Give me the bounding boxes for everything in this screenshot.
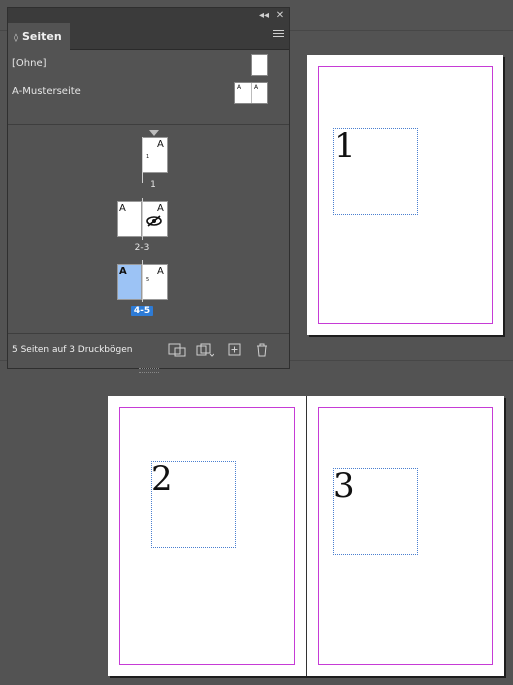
pages-panel: ◂◂ ✕ ◊ Seiten [Ohne] A-Musterseite A A A … (7, 7, 290, 373)
hidden-eye-icon (146, 215, 162, 227)
page-number: 3 (333, 466, 355, 506)
panel-title-bar[interactable]: ◂◂ ✕ (8, 8, 289, 23)
status-text: 5 Seiten auf 3 Druckbögen (12, 345, 133, 355)
master-none[interactable]: [Ohne] (8, 50, 289, 78)
spine (142, 198, 143, 240)
panel-divider (8, 124, 289, 125)
panel-tab-row: ◊ Seiten (8, 23, 289, 50)
spine (251, 83, 252, 103)
tab-seiten[interactable]: ◊ Seiten (8, 23, 70, 50)
page-number: 1 (146, 154, 150, 160)
master-prefix: A (157, 203, 164, 214)
master-prefix: A (119, 266, 127, 277)
page-label: 2-3 (134, 243, 150, 253)
new-page-icon[interactable] (228, 343, 242, 357)
spine (142, 137, 143, 183)
master-prefix: A (237, 84, 242, 91)
page-thumbnail-5[interactable]: A 5 (142, 264, 168, 300)
panel-menu-icon[interactable] (273, 30, 284, 40)
master-label: [Ohne] (12, 58, 47, 69)
master-prefix: A (254, 84, 259, 91)
collapse-panel-icon[interactable]: ◂◂ (257, 8, 271, 23)
spine (142, 260, 143, 302)
panel-resize-grip[interactable] (138, 368, 159, 373)
page-label-selected: 4-5 (131, 306, 153, 316)
page-number: 2 (151, 459, 173, 499)
current-page-marker (149, 130, 159, 136)
master-label: A-Musterseite (12, 86, 81, 97)
page-size-icon[interactable] (168, 343, 186, 357)
tab-label: Seiten (21, 30, 62, 43)
master-prefix: A (119, 203, 126, 214)
master-prefix: A (157, 266, 164, 277)
master-prefix: A (157, 139, 164, 150)
master-thumbnail[interactable]: A A (234, 82, 268, 104)
page-label: 1 (150, 180, 156, 190)
page-thumbnail-1[interactable]: A 1 (142, 137, 168, 173)
tab-expand-icon: ◊ (14, 33, 18, 42)
close-icon[interactable]: ✕ (273, 8, 287, 23)
page-number: 5 (146, 277, 150, 283)
spread-fold (306, 396, 307, 676)
delete-page-icon[interactable] (255, 343, 269, 357)
document-page-1[interactable]: 1 (307, 55, 503, 335)
master-thumbnail[interactable] (251, 54, 268, 76)
panel-footer: 5 Seiten auf 3 Druckbögen (8, 333, 289, 373)
new-master-page-icon[interactable] (196, 343, 214, 357)
page-number: 1 (334, 126, 356, 166)
page-thumbnail-4[interactable]: A (117, 264, 142, 300)
document-spread-2-3[interactable]: 2 3 (108, 396, 504, 676)
page-thumbnail-3[interactable]: A (142, 201, 168, 237)
page-thumbnail-2[interactable]: A (117, 201, 142, 237)
master-a[interactable]: A-Musterseite A A (8, 78, 289, 106)
